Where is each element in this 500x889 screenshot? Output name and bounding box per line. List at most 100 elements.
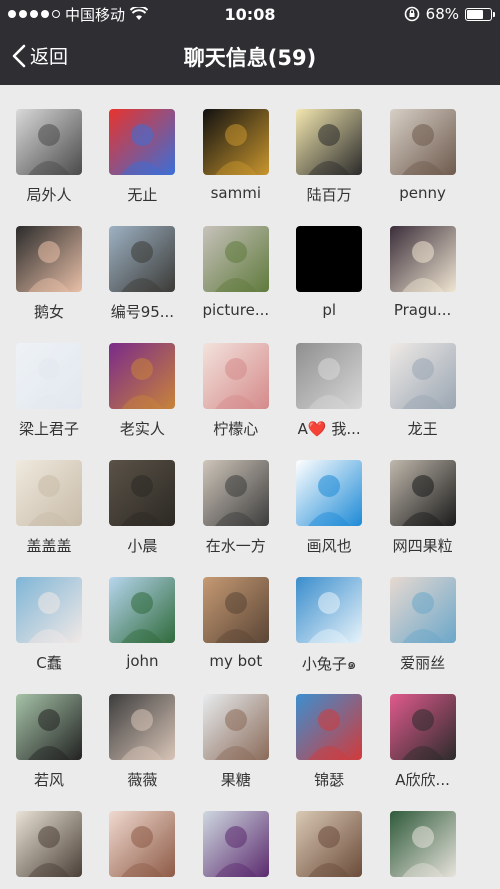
member-item[interactable]: picture... [186,202,286,319]
member-item[interactable]: Pragu... [373,202,473,319]
member-item[interactable]: 梁上君子 [0,319,99,438]
member-avatar [389,343,456,409]
avatar-image [109,226,176,292]
member-avatar [296,694,363,760]
member-item[interactable]: 若风 [0,670,99,789]
avatar-image [296,226,363,292]
member-avatar [109,811,176,877]
avatar-image [202,694,269,760]
member-item[interactable] [373,787,473,889]
member-item[interactable]: 老实人 [92,319,192,438]
avatar-image [296,460,363,526]
status-bar: 中国移动 10:08 68% [0,0,500,28]
avatar-image [202,577,269,643]
member-item[interactable]: 小兔子๑ [279,553,379,673]
member-item[interactable]: 鹅女 [0,202,99,321]
member-avatar [389,460,456,526]
avatar-image [109,460,176,526]
member-avatar [296,226,363,292]
member-item[interactable] [186,787,286,889]
avatar-image [109,811,176,877]
avatar-image [109,109,176,175]
member-item[interactable] [92,787,192,889]
member-avatar [202,109,269,175]
member-avatar [202,343,269,409]
orientation-lock-icon [404,6,419,22]
member-item[interactable]: A❤️ 我... [279,319,379,438]
member-item[interactable]: my bot [186,553,286,670]
member-item[interactable]: 果糖 [186,670,286,789]
member-avatar [16,109,82,175]
avatar-image [389,694,456,760]
member-name: sammi [210,184,261,202]
member-item[interactable] [279,787,379,889]
member-item[interactable]: 编号95... [92,202,192,321]
member-name: picture... [202,301,270,319]
member-avatar [109,577,176,643]
avatar-image [296,109,363,175]
member-item[interactable]: A欣欣... [373,670,473,789]
member-item[interactable]: 网四果粒 [373,436,473,555]
member-avatar [389,811,456,877]
avatar-image [202,109,269,175]
avatar-image [16,694,82,760]
member-item[interactable]: 局外人 [0,85,99,204]
page-title: 聊天信息(59) [183,46,317,70]
member-avatar [296,577,363,643]
avatar-image [109,577,176,643]
battery-icon [465,7,495,21]
member-item[interactable]: 柠檬心 [186,319,286,438]
avatar-image [389,343,456,409]
member-grid: 局外人 无止 sammi 陆百万 penny 鹅女 编号95... picture... pl P… [0,85,500,889]
member-avatar [296,343,363,409]
member-item[interactable]: 爱丽丝 [373,553,473,672]
member-avatar [202,811,269,877]
battery-percent: 68% [425,5,459,23]
member-avatar [202,226,269,292]
avatar-image [296,577,363,643]
avatar-image [389,811,456,877]
member-item[interactable]: john [92,553,192,670]
avatar-image [296,811,363,877]
avatar-image [389,109,456,175]
member-avatar [296,811,363,877]
avatar-image [16,460,82,526]
member-avatar [109,109,176,175]
avatar-image [109,694,176,760]
member-item[interactable]: penny [373,85,473,202]
member-item[interactable]: sammi [186,85,286,202]
avatar-image [202,343,269,409]
member-item[interactable]: 薇薇 [92,670,192,789]
member-name: pl [322,301,337,319]
avatar-image [16,109,82,175]
member-avatar [16,694,82,760]
member-avatar [389,226,456,292]
avatar-image [296,343,363,409]
member-avatar [389,694,456,760]
member-item[interactable]: 盖盖盖 [0,436,99,555]
member-item[interactable]: 画风也 [279,436,379,555]
member-item[interactable]: 无止 [92,85,192,204]
member-item[interactable]: 龙王 [373,319,473,438]
member-item[interactable]: 锦瑟 [279,670,379,789]
member-avatar [202,577,269,643]
member-avatar [296,460,363,526]
status-right: 68% [404,0,495,28]
member-item[interactable]: 在水一方 [186,436,286,555]
member-avatar [109,694,176,760]
member-avatar [109,460,176,526]
member-item[interactable]: 陆百万 [279,85,379,204]
member-item[interactable]: 小晨 [92,436,192,555]
avatar-image [389,577,456,643]
member-name: my bot [209,652,263,670]
member-avatar [389,577,456,643]
member-item[interactable] [0,787,99,889]
member-name: penny [399,184,446,202]
member-avatar [16,577,82,643]
avatar-image [16,811,82,877]
member-avatar [389,109,456,175]
member-avatar [202,694,269,760]
member-item[interactable]: pl [279,202,379,319]
member-item[interactable]: C蠢 [0,553,99,672]
member-avatar [16,460,82,526]
